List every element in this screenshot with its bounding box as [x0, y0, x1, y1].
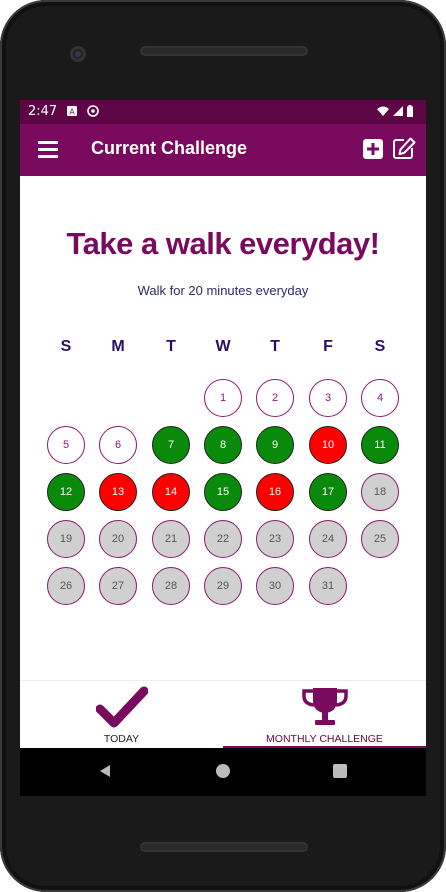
back-icon[interactable]: [98, 764, 112, 778]
calendar-day-12[interactable]: 12: [47, 473, 85, 511]
calendar-grid: 1 2 3 4 5 6 7 8 9 10 11 12 13 14 15 16 17 18 19 20 21 22 23 24 2…: [20, 100, 426, 748]
calendar-day-16[interactable]: 16: [256, 473, 294, 511]
calendar-day-21[interactable]: 21: [152, 520, 190, 558]
calendar-day-20[interactable]: 20: [99, 520, 137, 558]
calendar-day-22[interactable]: 22: [204, 520, 242, 558]
calendar-day-4[interactable]: 4: [361, 379, 399, 417]
calendar-day-25[interactable]: 25: [361, 520, 399, 558]
calendar-day-3[interactable]: 3: [309, 379, 347, 417]
calendar-day-30[interactable]: 30: [256, 567, 294, 605]
calendar-day-23[interactable]: 23: [256, 520, 294, 558]
calendar-day-5[interactable]: 5: [47, 426, 85, 464]
calendar-day-2[interactable]: 2: [256, 379, 294, 417]
recent-apps-icon[interactable]: [333, 764, 347, 778]
tab-today-label: TODAY: [103, 733, 140, 745]
calendar-day-7[interactable]: 7: [152, 426, 190, 464]
calendar-day-19[interactable]: 19: [47, 520, 85, 558]
calendar-day-11[interactable]: 11: [361, 426, 399, 464]
calendar-day-24[interactable]: 24: [309, 520, 347, 558]
calendar-day-29[interactable]: 29: [204, 567, 242, 605]
calendar-day-13[interactable]: 13: [99, 473, 137, 511]
app-screen: 2:47 A Current Challenge Take a walk eve…: [20, 100, 426, 748]
calendar-day-28[interactable]: 28: [152, 567, 190, 605]
front-camera: [70, 46, 86, 62]
calendar-day-14[interactable]: 14: [152, 473, 190, 511]
calendar-day-26[interactable]: 26: [47, 567, 85, 605]
bottom-speaker: [140, 842, 308, 852]
calendar-day-15[interactable]: 15: [204, 473, 242, 511]
calendar-day-10[interactable]: 10: [309, 426, 347, 464]
calendar-day-1[interactable]: 1: [204, 379, 242, 417]
earpiece-speaker: [140, 46, 308, 56]
system-navigation-bar: [20, 748, 426, 796]
calendar-day-6[interactable]: 6: [99, 426, 137, 464]
tab-monthly-label: MONTHLY CHALLENGE: [266, 733, 383, 745]
phone-frame: 2:47 A Current Challenge Take a walk eve…: [0, 0, 446, 892]
calendar-day-17[interactable]: 17: [309, 473, 347, 511]
home-icon[interactable]: [216, 764, 230, 778]
trophy-icon: [302, 688, 348, 725]
bottom-navigation: TODAY MONTHLY CHALLENGE: [20, 680, 426, 748]
checkmark-icon: [96, 686, 148, 728]
calendar-day-8[interactable]: 8: [204, 426, 242, 464]
tab-monthly-challenge[interactable]: MONTHLY CHALLENGE: [223, 681, 426, 748]
tab-today[interactable]: TODAY: [20, 681, 223, 748]
calendar-day-31[interactable]: 31: [309, 567, 347, 605]
calendar-day-18[interactable]: 18: [361, 473, 399, 511]
calendar-day-27[interactable]: 27: [99, 567, 137, 605]
calendar-day-9[interactable]: 9: [256, 426, 294, 464]
